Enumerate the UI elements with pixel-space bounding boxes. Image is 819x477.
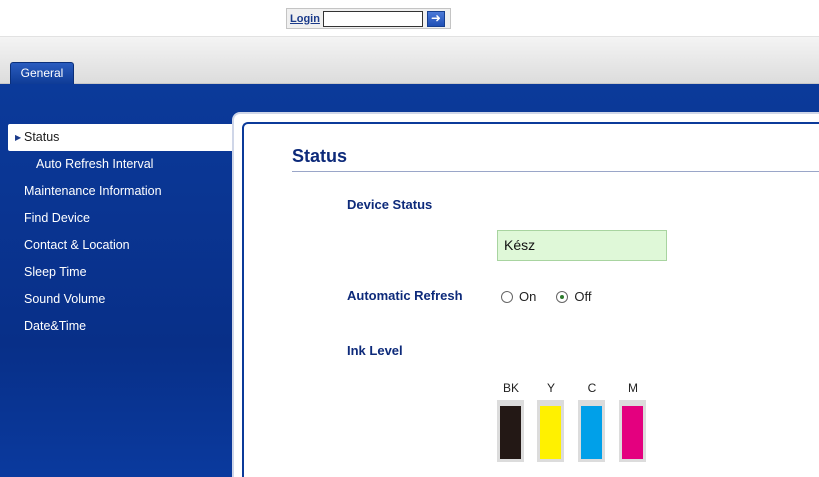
page-title: Status bbox=[292, 146, 348, 166]
sidebar-item-sound-volume[interactable]: Sound Volume bbox=[0, 286, 232, 313]
title-divider bbox=[292, 171, 819, 172]
sidebar-item-sleep-time[interactable]: Sleep Time bbox=[0, 259, 232, 286]
sidebar-item-label: Date&Time bbox=[24, 319, 87, 333]
tab-general[interactable]: General bbox=[10, 62, 74, 85]
sidebar-nav: ▶ Status Auto Refresh Interval Maintenan… bbox=[0, 124, 232, 340]
ink-fill-bk bbox=[500, 406, 521, 459]
ink-label-c: C bbox=[587, 381, 597, 395]
device-status-label: Device Status bbox=[347, 197, 433, 212]
sidebar-item-label: Contact & Location bbox=[24, 238, 130, 252]
sidebar-item-label: Status bbox=[24, 130, 60, 144]
ink-gauge-m bbox=[619, 400, 646, 462]
ink-fill-y bbox=[540, 406, 561, 459]
top-bar: Login ➜ bbox=[0, 0, 819, 84]
login-submit-button[interactable]: ➜ bbox=[426, 10, 445, 27]
sidebar-item-label: Find Device bbox=[24, 211, 90, 225]
ink-gauge-c bbox=[578, 400, 605, 462]
sidebar-item-label: Sleep Time bbox=[24, 265, 87, 279]
sidebar-item-auto-refresh-interval[interactable]: Auto Refresh Interval bbox=[0, 151, 232, 178]
login-box: Login ➜ bbox=[286, 8, 451, 29]
refresh-off-label: Off bbox=[574, 289, 592, 304]
sidebar-item-contact-location[interactable]: Contact & Location bbox=[0, 232, 232, 259]
sidebar-item-find-device[interactable]: Find Device bbox=[0, 205, 232, 232]
sidebar-item-date-time[interactable]: Date&Time bbox=[0, 313, 232, 340]
sidebar-item-maintenance-information[interactable]: Maintenance Information bbox=[0, 178, 232, 205]
ink-label-y: Y bbox=[546, 381, 555, 395]
sidebar-item-label: Sound Volume bbox=[24, 292, 106, 306]
ink-label-m: M bbox=[628, 381, 638, 395]
ink-label-bk: BK bbox=[502, 381, 519, 395]
refresh-off-radio[interactable] bbox=[556, 290, 569, 303]
ink-level-label: Ink Level bbox=[347, 343, 403, 358]
sidebar-item-status[interactable]: ▶ Status bbox=[8, 124, 232, 151]
automatic-refresh-label: Automatic Refresh bbox=[347, 288, 463, 303]
refresh-on-radio[interactable] bbox=[501, 290, 513, 303]
ink-fill-c bbox=[581, 406, 602, 459]
login-password-input[interactable] bbox=[322, 10, 423, 27]
automatic-refresh-options: On Off bbox=[501, 289, 611, 304]
ink-gauge-y bbox=[537, 400, 564, 462]
device-status-value: Kész bbox=[497, 230, 667, 261]
refresh-on-label: On bbox=[519, 289, 537, 304]
ink-gauge-bk bbox=[497, 400, 524, 462]
header-divider bbox=[0, 36, 819, 37]
sidebar-item-label: Auto Refresh Interval bbox=[36, 157, 154, 171]
ink-fill-m bbox=[622, 406, 643, 459]
login-link[interactable]: Login bbox=[290, 13, 320, 25]
arrow-right-icon: ➜ bbox=[430, 10, 441, 25]
caret-right-icon: ▶ bbox=[15, 133, 22, 142]
sidebar-item-label: Maintenance Information bbox=[24, 184, 162, 198]
